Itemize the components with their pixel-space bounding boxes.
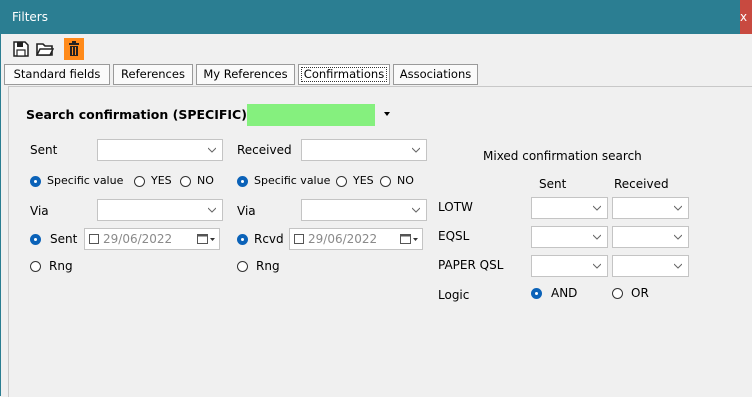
received-range-label: Rng: [256, 259, 280, 273]
paper-qsl-label: PAPER QSL: [438, 258, 504, 272]
sent-range-label: Rng: [49, 259, 73, 273]
logic-or-label: OR: [631, 286, 649, 300]
sent-label: Sent: [30, 143, 58, 157]
paper-qsl-received-combo[interactable]: [612, 255, 689, 277]
chevron-down-icon: [674, 205, 682, 211]
sent-date-radio[interactable]: [30, 234, 41, 245]
logic-and-label: AND: [551, 286, 578, 300]
chevron-down-icon: [412, 207, 420, 213]
sent-date-label: Sent: [50, 232, 78, 246]
title-bar: Filters x: [0, 0, 752, 34]
received-yes-label: YES: [353, 174, 374, 187]
received-no-radio[interactable]: [380, 176, 391, 187]
sent-date-value: 29/06/2022: [103, 232, 173, 246]
sent-via-label: Via: [30, 204, 49, 218]
sent-combo[interactable]: [97, 139, 223, 161]
tab-references[interactable]: References: [113, 64, 193, 85]
search-confirmation-select[interactable]: [247, 104, 375, 126]
chevron-down-icon: [593, 263, 601, 269]
tab-standard-fields[interactable]: Standard fields: [4, 64, 110, 85]
chevron-down-icon: [593, 205, 601, 211]
tab-confirmations[interactable]: Confirmations: [298, 64, 390, 85]
calendar-icon[interactable]: [400, 233, 418, 245]
received-no-label: NO: [397, 174, 414, 187]
paper-qsl-sent-combo[interactable]: [531, 255, 608, 277]
sent-yes-label: YES: [151, 174, 172, 187]
received-combo[interactable]: [301, 139, 427, 161]
close-button[interactable]: x: [740, 0, 752, 34]
mixed-search-title: Mixed confirmation search: [483, 149, 642, 163]
chevron-down-icon: [593, 234, 601, 240]
received-via-label: Via: [237, 204, 256, 218]
sent-range-radio[interactable]: [30, 261, 41, 272]
chevron-down-icon: [412, 147, 420, 153]
received-range-radio[interactable]: [237, 261, 248, 272]
lotw-label: LOTW: [438, 200, 473, 214]
received-date-radio[interactable]: [237, 234, 248, 245]
tab-associations[interactable]: Associations: [393, 64, 478, 85]
eqsl-label: EQSL: [438, 229, 470, 243]
sent-specific-radio[interactable]: [30, 176, 41, 187]
chevron-down-icon: [674, 263, 682, 269]
save-icon: [13, 41, 29, 57]
sent-date-picker[interactable]: 29/06/2022: [84, 228, 220, 250]
received-specific-label: Specific value: [254, 174, 331, 187]
window-title: Filters: [12, 10, 48, 24]
eqsl-received-combo[interactable]: [612, 226, 689, 248]
received-date-value: 29/06/2022: [308, 232, 378, 246]
sent-no-label: NO: [197, 174, 214, 187]
received-specific-radio[interactable]: [237, 176, 248, 187]
logic-and-radio[interactable]: [531, 288, 542, 299]
delete-icon: [69, 41, 79, 56]
open-button[interactable]: [34, 38, 56, 60]
eqsl-sent-combo[interactable]: [531, 226, 608, 248]
chevron-down-icon: [208, 147, 216, 153]
received-date-checkbox[interactable]: [294, 234, 304, 244]
delete-button[interactable]: [64, 38, 84, 60]
sent-yes-radio[interactable]: [134, 176, 145, 187]
logic-or-radio[interactable]: [612, 288, 623, 299]
sent-via-combo[interactable]: [97, 199, 223, 221]
sent-specific-label: Specific value: [47, 174, 124, 187]
sent-no-radio[interactable]: [180, 176, 191, 187]
sent-date-checkbox[interactable]: [89, 234, 99, 244]
received-date-picker[interactable]: 29/06/2022: [289, 228, 423, 250]
lotw-sent-combo[interactable]: [531, 197, 608, 219]
open-folder-icon: [36, 43, 54, 56]
logic-label: Logic: [438, 288, 470, 302]
chevron-down-icon: [208, 207, 216, 213]
lotw-received-combo[interactable]: [612, 197, 689, 219]
calendar-icon[interactable]: [197, 233, 215, 245]
search-dropdown-arrow-icon[interactable]: [384, 112, 390, 116]
search-confirmation-label: Search confirmation (SPECIFIC): [26, 107, 247, 122]
mixed-col-received: Received: [614, 177, 669, 191]
received-date-label: Rcvd: [254, 232, 284, 246]
received-label: Received: [237, 143, 292, 157]
save-button[interactable]: [12, 38, 30, 60]
received-yes-radio[interactable]: [336, 176, 347, 187]
window-frame: [0, 34, 1, 396]
received-via-combo[interactable]: [301, 199, 427, 221]
mixed-col-sent: Sent: [539, 177, 567, 191]
tab-my-references[interactable]: My References: [196, 64, 295, 85]
chevron-down-icon: [674, 234, 682, 240]
